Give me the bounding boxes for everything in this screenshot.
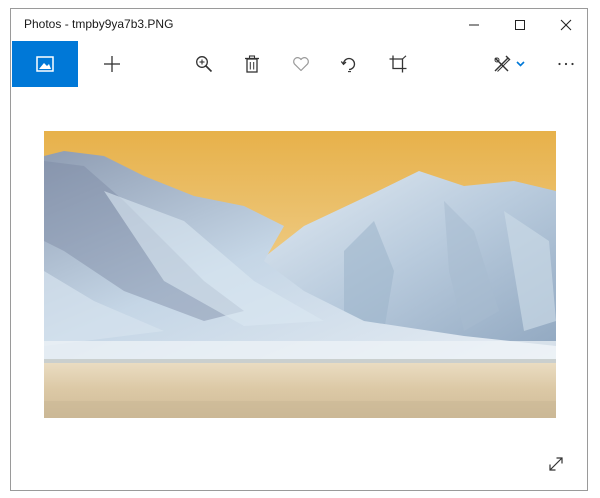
delete-button[interactable] <box>232 41 272 87</box>
edit-create-button[interactable] <box>484 41 536 87</box>
home-collection-button[interactable] <box>12 41 78 87</box>
picture-icon <box>36 56 54 72</box>
toolbar <box>11 41 587 87</box>
expand-button[interactable] <box>541 449 571 479</box>
crop-icon <box>389 55 407 73</box>
expand-diagonal-icon <box>549 457 563 471</box>
plus-icon <box>104 56 120 72</box>
favorite-button[interactable] <box>281 41 321 87</box>
zoom-in-icon <box>196 56 213 73</box>
add-to-button[interactable] <box>92 41 132 87</box>
title-bar: Photos - tmpby9ya7b3.PNG <box>11 9 587 41</box>
maximize-icon <box>515 20 525 30</box>
crop-button[interactable] <box>378 41 418 87</box>
window-title: Photos - tmpby9ya7b3.PNG <box>24 17 174 31</box>
heart-icon <box>293 57 309 72</box>
zoom-button[interactable] <box>184 41 224 87</box>
rotate-icon <box>340 57 356 73</box>
rotate-button[interactable] <box>329 41 369 87</box>
close-button[interactable] <box>543 9 587 41</box>
photos-app-window: Photos - tmpby9ya7b3.PNG <box>10 8 588 491</box>
edit-pencil-icon <box>494 55 525 72</box>
maximize-button[interactable] <box>497 9 543 41</box>
displayed-photo[interactable] <box>44 131 556 418</box>
ellipsis-icon <box>558 62 574 66</box>
photo-viewer[interactable] <box>11 87 587 490</box>
close-icon <box>560 19 572 31</box>
mountain-landscape-image <box>44 131 556 418</box>
more-options-button[interactable] <box>546 41 586 87</box>
trash-icon <box>245 55 259 73</box>
minimize-icon <box>469 24 479 26</box>
minimize-button[interactable] <box>451 9 497 41</box>
